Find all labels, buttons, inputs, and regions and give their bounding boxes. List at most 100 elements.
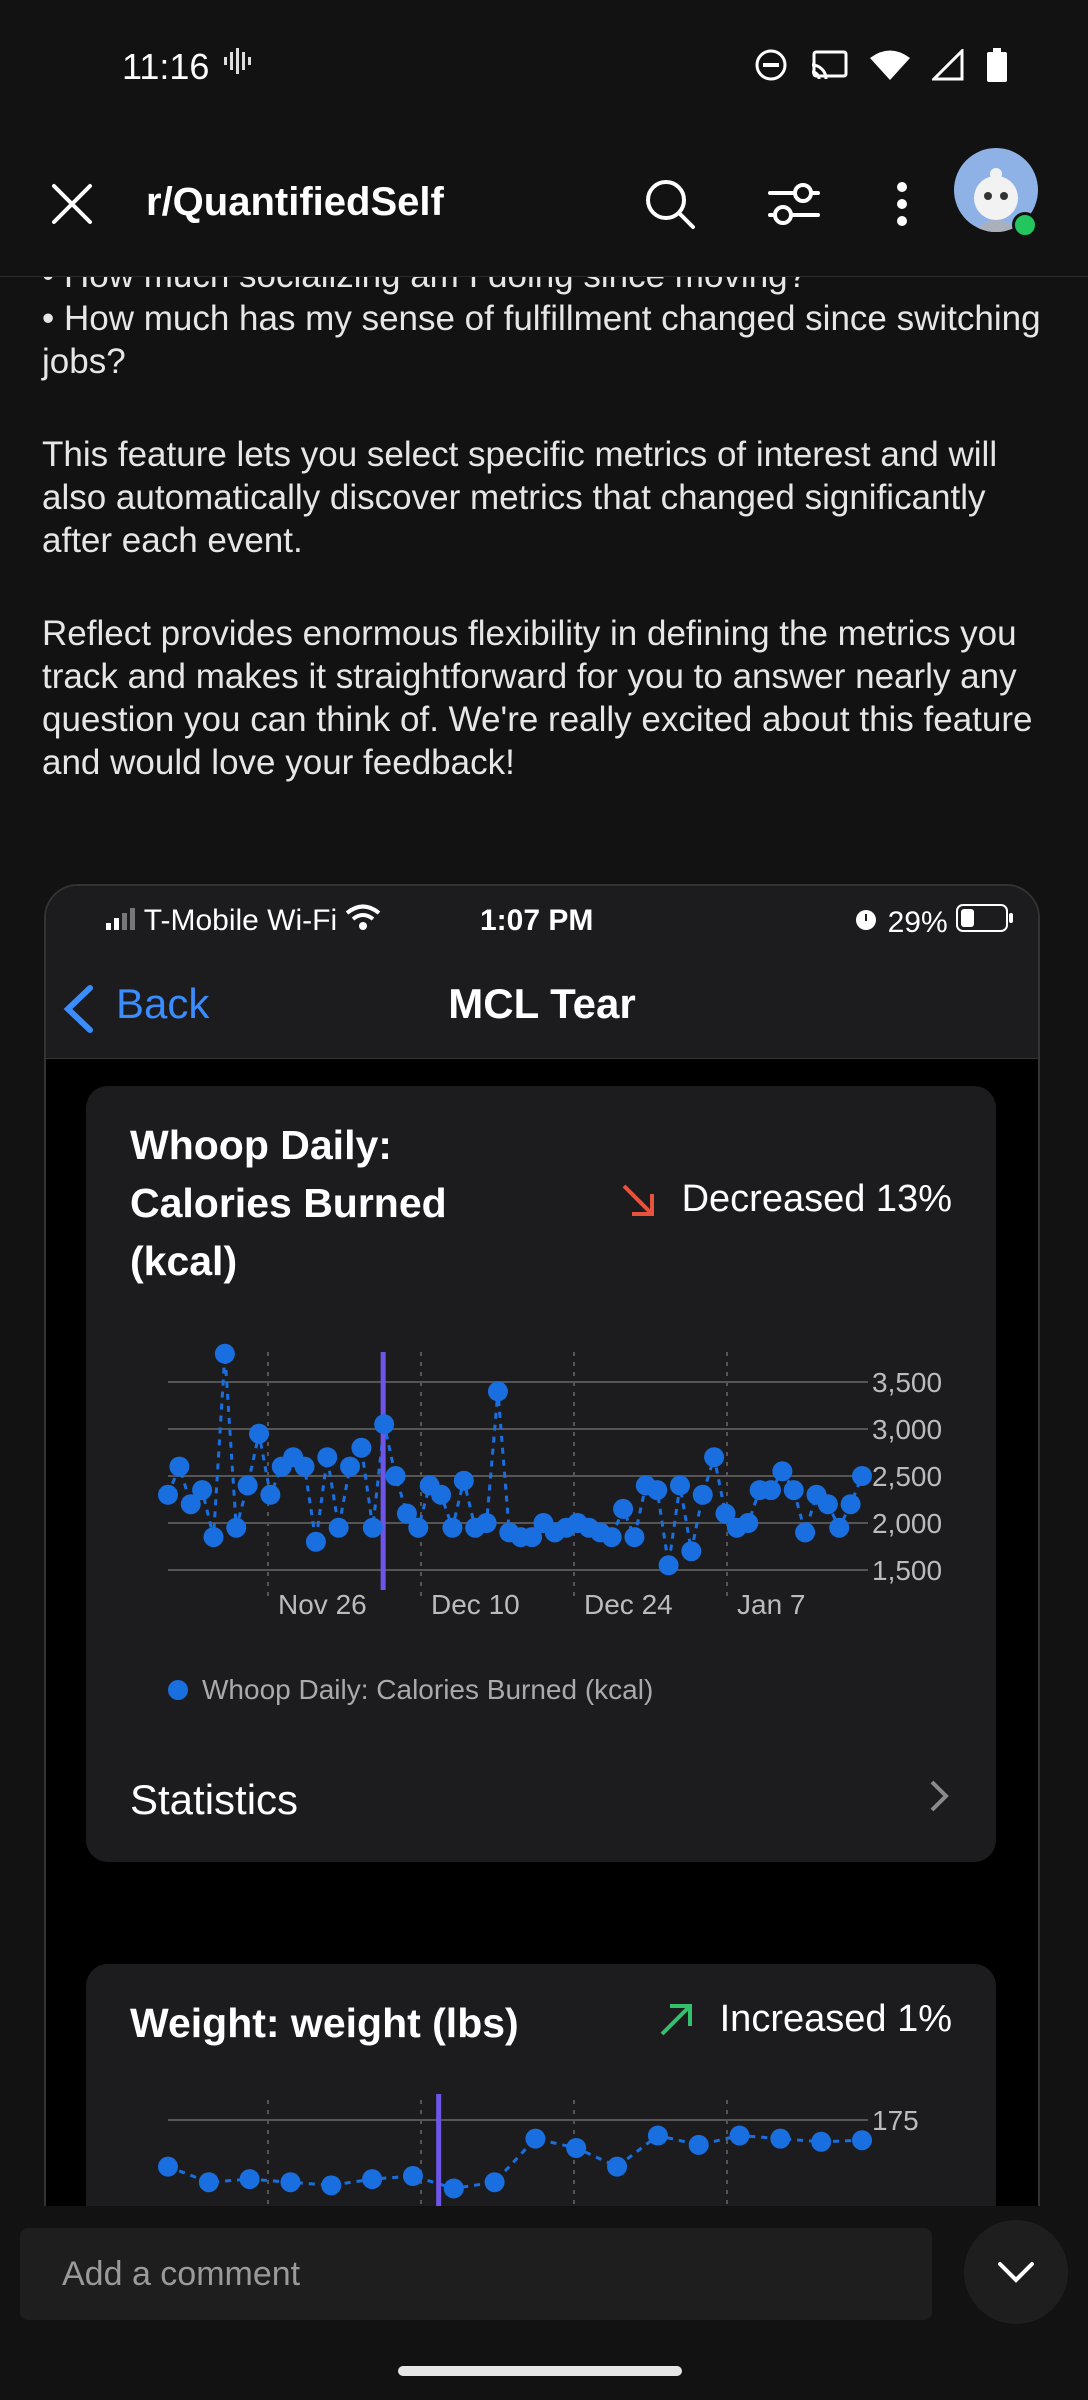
- x-tick-label: Nov 26: [278, 1589, 367, 1620]
- chart-legend: Whoop Daily: Calories Burned (kcal): [168, 1674, 653, 1706]
- data-point: [280, 2172, 301, 2193]
- data-point: [237, 1475, 258, 1496]
- data-point: [158, 2156, 178, 2177]
- data-point: [226, 1517, 247, 1538]
- cast-icon: [811, 50, 848, 80]
- x-tick-label: Jan 7: [737, 1589, 806, 1620]
- data-point: [158, 1484, 178, 1505]
- post-bullet: • How much has my sense of fulfillment c…: [42, 299, 1041, 381]
- wifi-icon: [870, 50, 910, 80]
- embedded-status-bar: T-Mobile Wi-Fi 1:07 PM 29%: [46, 886, 1038, 958]
- post-paragraph: Reflect provides enormous flexibility in…: [42, 614, 1033, 782]
- data-point: [443, 2178, 464, 2199]
- status-icons: [754, 48, 1008, 82]
- data-point: [738, 1513, 759, 1533]
- data-point: [647, 2125, 668, 2146]
- data-point: [692, 1484, 713, 1505]
- y-tick-label: 2,000: [872, 1508, 942, 1539]
- data-point: [305, 1531, 326, 1552]
- signal-icon: [932, 49, 964, 81]
- data-point: [487, 1381, 508, 1402]
- data-point: [795, 1522, 816, 1543]
- alarm-icon: [856, 910, 877, 930]
- statistics-label: Statistics: [130, 1776, 299, 1823]
- data-point: [351, 1437, 372, 1458]
- data-point: [374, 1414, 395, 1435]
- subreddit-title[interactable]: r/QuantifiedSelf: [146, 180, 444, 225]
- legend-dot: [168, 1680, 188, 1700]
- metric-title: Whoop Daily: Calories Burned (kcal): [130, 1122, 447, 1284]
- comment-input[interactable]: Add a comment: [20, 2228, 932, 2320]
- embedded-nav-bar: Back MCL Tear: [46, 958, 1038, 1059]
- series-line: [167, 2133, 863, 2190]
- arrow-up-right-icon: [660, 2003, 692, 2035]
- data-point: [317, 1447, 338, 1468]
- data-point: [829, 1517, 850, 1538]
- data-point: [402, 2166, 423, 2186]
- metric-card-weight: Weight: weight (lbs) Increased 1% 175: [86, 1964, 996, 2206]
- data-point: [294, 1456, 315, 1477]
- data-point: [169, 1456, 190, 1477]
- chevron-down-icon: [998, 2262, 1034, 2283]
- x-tick-label: Dec 10: [431, 1589, 520, 1620]
- data-point: [772, 1461, 793, 1482]
- audio-wave-icon: [224, 48, 251, 74]
- cell-signal-icon: [106, 908, 135, 930]
- data-point: [624, 1527, 645, 1548]
- wifi-icon: [346, 904, 381, 930]
- statistics-row[interactable]: Statistics: [130, 1776, 952, 1824]
- data-point: [340, 1456, 361, 1477]
- close-icon: [52, 184, 92, 224]
- close-button[interactable]: [40, 172, 104, 236]
- embedded-title: MCL Tear: [448, 980, 636, 1027]
- data-point: [566, 2138, 587, 2158]
- y-tick-label: 3,000: [872, 1414, 942, 1445]
- data-point: [669, 1475, 690, 1496]
- data-point: [817, 1494, 838, 1515]
- data-point: [681, 1541, 702, 1562]
- online-status-dot: [1012, 212, 1038, 238]
- metric-card-calories: Whoop Daily: Calories Burned (kcal) Decr…: [86, 1086, 996, 1862]
- data-point: [385, 1466, 406, 1486]
- data-point: [431, 1484, 452, 1505]
- post-content: • How much socializing am I doing since …: [0, 276, 1088, 2206]
- data-point: [239, 2169, 260, 2190]
- metric-change: Increased 1%: [656, 1998, 952, 2041]
- data-point: [192, 1480, 213, 1501]
- data-point: [688, 2134, 709, 2155]
- data-point: [770, 2128, 791, 2149]
- embedded-screenshot[interactable]: T-Mobile Wi-Fi 1:07 PM 29% Back MCL Tear…: [44, 884, 1040, 2206]
- battery-icon: [987, 48, 1007, 82]
- post-body: • How much socializing am I doing since …: [42, 276, 1052, 834]
- post-bullet: • How much socializing am I doing since …: [42, 276, 1052, 297]
- filter-button[interactable]: [762, 172, 826, 236]
- embedded-clock: 1:07 PM: [480, 904, 594, 937]
- data-point: [840, 1494, 861, 1515]
- legend-label: Whoop Daily: Calories Burned (kcal): [202, 1674, 654, 1705]
- y-tick-label: 1,500: [872, 1555, 942, 1586]
- collapse-button[interactable]: [964, 2220, 1068, 2324]
- calories-chart: 3,500 3,000 2,500 2,000 1,500 Nov 26 Dec 10 Dec…: [158, 1343, 942, 1620]
- data-point: [203, 1527, 224, 1548]
- metric-change: Decreased 13%: [618, 1178, 952, 1221]
- y-tick-label: 175: [872, 2105, 919, 2136]
- do-not-disturb-icon: [755, 49, 787, 81]
- data-point: [852, 1466, 872, 1486]
- search-button[interactable]: [638, 172, 702, 236]
- data-point: [484, 2172, 505, 2193]
- more-options-button[interactable]: [870, 172, 934, 236]
- metric-title: Weight: weight (lbs): [130, 2000, 519, 2046]
- data-point: [704, 1447, 725, 1468]
- x-tick-label: Dec 24: [584, 1589, 673, 1620]
- data-point: [321, 2175, 342, 2196]
- arrow-down-right-icon: [622, 1184, 654, 1216]
- embedded-carrier: T-Mobile Wi-Fi: [106, 904, 381, 938]
- data-point: [249, 1423, 270, 1444]
- data-point: [760, 1480, 781, 1501]
- data-point: [607, 2156, 628, 2177]
- data-point: [198, 2172, 219, 2193]
- data-point: [647, 1480, 668, 1501]
- filter-icon: [768, 183, 820, 225]
- home-indicator: [398, 2366, 682, 2376]
- chevron-right-icon: [930, 1780, 949, 1812]
